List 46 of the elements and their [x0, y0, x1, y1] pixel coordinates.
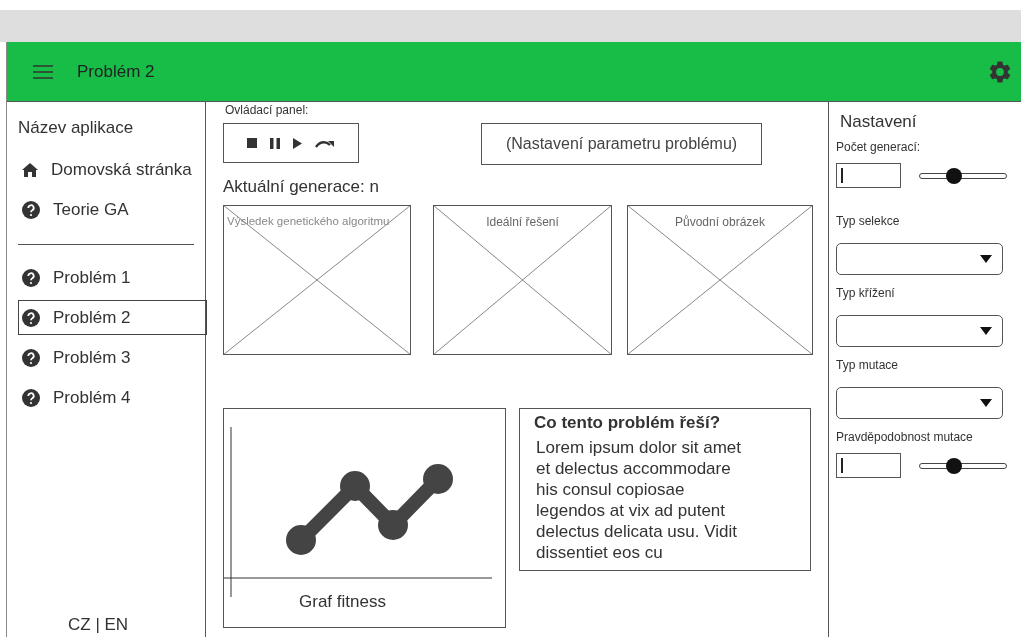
play-icon[interactable]: [293, 137, 302, 149]
info-text: Lorem ipsum dolor sit amet et delectus accommodare his consul copiosae legendos at vix ad putent delectus delicata usu. Vidit dissentiet eos cu: [536, 437, 743, 563]
nav-item[interactable]: Problém 1: [18, 260, 207, 295]
nav-item[interactable]: Problém 2: [18, 300, 207, 335]
dropdown[interactable]: [836, 315, 1003, 347]
number-field[interactable]: [836, 453, 901, 478]
image-caption: Původní obrázek: [673, 215, 767, 229]
dropdown[interactable]: [836, 243, 1003, 275]
info-title: Co tento problém řeší?: [534, 413, 722, 433]
control-panel-label: Ovládací panel:: [225, 103, 310, 117]
page-title: Problém 2: [77, 61, 155, 82]
setting-label: Typ selekce: [836, 214, 901, 228]
setting-label: Typ křížení: [836, 286, 896, 300]
settings-title: Nastavení: [840, 112, 918, 132]
setting-label: Počet generací:: [836, 140, 922, 154]
nav-item[interactable]: Domovská stránka: [18, 152, 207, 187]
redo-icon[interactable]: [315, 138, 335, 148]
help-icon: [22, 388, 40, 407]
chart-caption: Graf fitness: [299, 592, 386, 612]
line-chart-icon: [285, 464, 455, 556]
nav-item[interactable]: Problém 4: [18, 380, 207, 415]
pause-icon[interactable]: [270, 137, 280, 149]
language-options: CZ | EN: [68, 615, 205, 635]
dropdown[interactable]: [836, 387, 1003, 419]
slider-thumb[interactable]: [946, 457, 963, 474]
app-name: Název aplikace: [18, 118, 135, 138]
slider[interactable]: [919, 167, 1007, 184]
slider[interactable]: [919, 457, 1007, 474]
caret-icon: [980, 399, 992, 407]
slider-thumb[interactable]: [946, 167, 963, 184]
home-icon: [22, 162, 38, 177]
menu-icon[interactable]: [33, 64, 53, 79]
nav-item[interactable]: Problém 3: [18, 340, 207, 375]
number-field[interactable]: [836, 163, 901, 188]
setting-label: Pravděpodobnost mutace: [836, 430, 974, 444]
help-icon: [22, 200, 40, 219]
nav-item[interactable]: Teorie GA: [18, 192, 207, 227]
image-caption: Ideální řešení: [485, 215, 560, 229]
caret-icon: [980, 327, 992, 335]
help-icon: [22, 268, 40, 287]
setting-label: Typ mutace: [836, 358, 900, 372]
caret-icon: [980, 255, 992, 263]
help-icon: [22, 308, 40, 327]
parameter-button[interactable]: (Nastavení parametru problému): [481, 123, 762, 165]
help-icon: [22, 348, 40, 367]
generation-label: Aktuální generace: n: [223, 177, 380, 197]
